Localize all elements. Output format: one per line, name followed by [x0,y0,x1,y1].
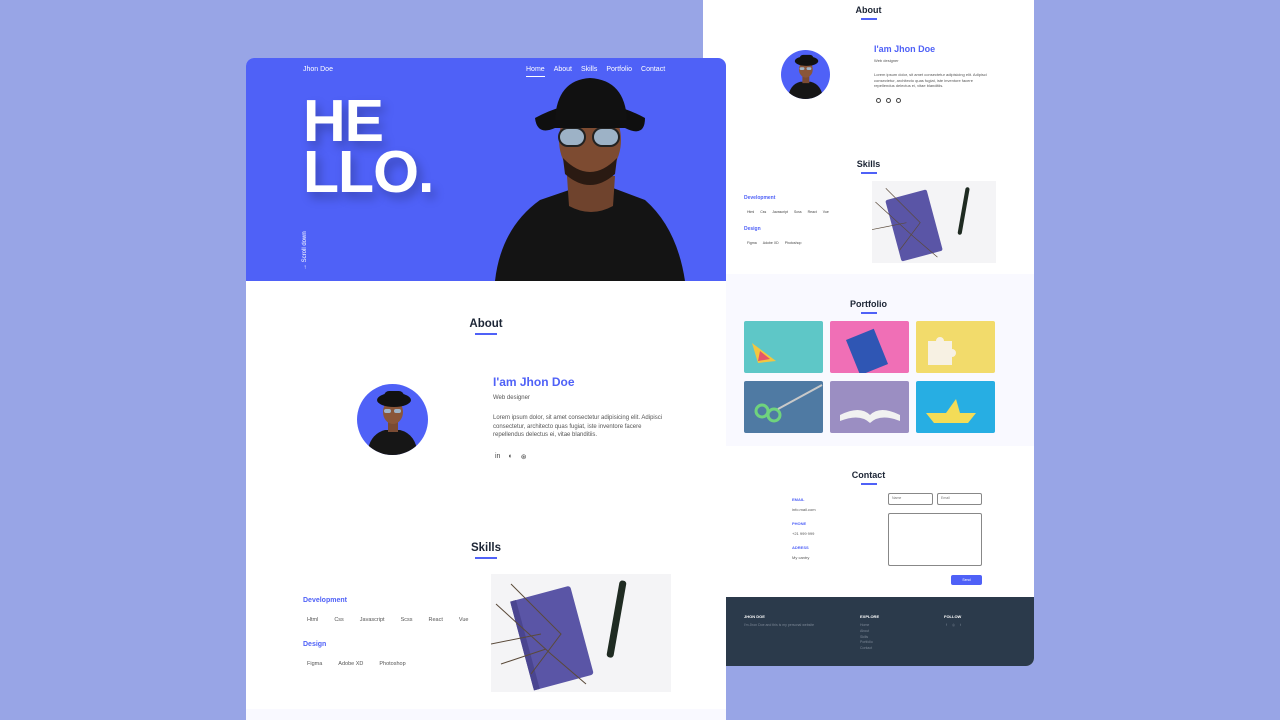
nav-skills[interactable]: Skills [581,66,597,77]
hero-section: Jhon Doe Home About Skills Portfolio Con… [246,58,726,281]
back-chip: Css [760,210,767,214]
back-chip: React [807,210,817,214]
back-chip: Vue [822,210,829,214]
skills-title: Skills [246,542,726,559]
contact-email-input[interactable]: Email [937,493,982,505]
portfolio-item[interactable] [744,381,823,433]
back-social-links [876,98,901,103]
skill-chip: Html [307,617,319,623]
footer-brand-heading: JHON DOE [744,614,765,619]
skill-chip: Adobe XD [338,661,364,667]
design-chips: Figma Adobe XD Photoshop [307,661,406,667]
social-links: in ◐ ⊛ [495,453,527,461]
footer-brand-text: I'm Jhon Doe and this is my personal web… [744,623,815,627]
design-heading: Design [303,641,327,648]
nav-home[interactable]: Home [526,66,545,77]
linkedin-icon[interactable]: in [495,453,500,461]
portfolio-item[interactable] [916,321,995,373]
arrow-right-icon: → [302,262,308,270]
development-chips: Html Css Javascript Scss React Vue [307,617,468,623]
brand-logo[interactable]: Jhon Doe [303,66,333,73]
contact-name-input[interactable]: Name [888,493,933,505]
back-skills-title: Skills [703,159,1034,174]
about-role: Web designer [493,395,530,401]
back-about-title: About [703,5,1034,20]
back-design-chips: Figma Adobe XD Photoshop [747,241,801,245]
front-page-preview: Jhon Doe Home About Skills Portfolio Con… [246,58,726,720]
back-linkedin-icon[interactable] [876,98,881,103]
skill-chip: Css [334,617,344,623]
contact-email-label: EMAIL [792,497,805,502]
footer-follow-heading: FOLLOW [944,614,962,619]
skill-chip: Photoshop [379,661,406,667]
contact-email-value: info.mail.com [792,507,816,512]
back-skills-photo [872,181,996,263]
skills-photo [491,574,671,692]
send-button[interactable]: Send [951,575,982,585]
back-about-role: Web designer [874,58,899,63]
hero-greeting: HE LLO. [303,92,434,205]
main-nav: Home About Skills Portfolio Contact [526,66,665,77]
scroll-down-link[interactable]: → Scroll down [302,231,308,270]
github-icon[interactable]: ◐ [508,453,512,461]
back-portfolio-title: Portfolio [703,299,1034,314]
contact-phone-value: +21 999 999 [792,531,815,536]
footer-link[interactable]: Contact [860,646,873,652]
facebook-icon[interactable]: f [946,623,947,629]
footer-explore-heading: EXPLORE [860,614,880,619]
portfolio-item[interactable] [916,381,995,433]
skill-chip: Vue [458,617,469,623]
hero-greeting-line2: LLO. [303,139,434,205]
back-chip: Figma [747,241,757,245]
hero-portrait [495,78,685,281]
about-avatar [357,384,428,455]
back-chip: Javascript [772,210,788,214]
skill-chip: Figma [307,661,323,667]
footer-follow-icons: f ◎ t [946,623,961,629]
back-dribbble-icon[interactable] [896,98,901,103]
footer: JHON DOE I'm Jhon Doe and this is my per… [703,597,1034,666]
back-github-icon[interactable] [886,98,891,103]
instagram-icon[interactable]: ◎ [952,623,955,629]
back-portfolio-grid [744,321,995,433]
about-title: About [246,318,726,335]
contact-message-textarea[interactable] [888,513,982,566]
contact-address-label: ADRESS [792,545,809,550]
back-contact-title: Contact [703,470,1034,485]
back-about-avatar [781,50,830,99]
development-heading: Development [303,597,347,604]
back-page-preview: About I'am Jhon Doe Web designer Lorem i… [703,0,1034,666]
portfolio-section-start [246,709,726,720]
about-name: I'am Jhon Doe [493,375,575,389]
nav-about[interactable]: About [554,66,572,77]
dribbble-icon[interactable]: ⊛ [521,453,527,461]
back-chip: Html [747,210,755,214]
footer-explore-links: Home About Skills Portfolio Contact [860,623,873,652]
back-about-bio: Lorem ipsum dolor, sit amet consectetur … [874,72,987,88]
contact-phone-label: PHONE [792,521,807,526]
back-about-name: I'am Jhon Doe [874,44,936,54]
skill-chip: React [428,617,443,623]
skill-chip: Javascript [359,617,385,623]
skill-chip: Scss [400,617,413,623]
nav-contact[interactable]: Contact [641,66,665,77]
contact-address-value: My cantry [792,555,810,560]
back-chip: Photoshop [784,241,802,245]
back-chip: Scss [794,210,802,214]
back-dev-chips: Html Css Javascript Scss React Vue [747,210,829,214]
scroll-down-label: Scroll down [302,231,308,263]
back-design-heading: Design [744,226,761,232]
nav-portfolio[interactable]: Portfolio [606,66,632,77]
portfolio-item[interactable] [830,321,909,373]
back-chip: Adobe XD [762,241,779,245]
twitter-icon[interactable]: t [960,623,961,629]
portfolio-item[interactable] [830,381,909,433]
portfolio-item[interactable] [744,321,823,373]
about-bio: Lorem ipsum dolor, sit amet consectetur … [493,415,663,439]
back-development-heading: Development [744,195,776,201]
